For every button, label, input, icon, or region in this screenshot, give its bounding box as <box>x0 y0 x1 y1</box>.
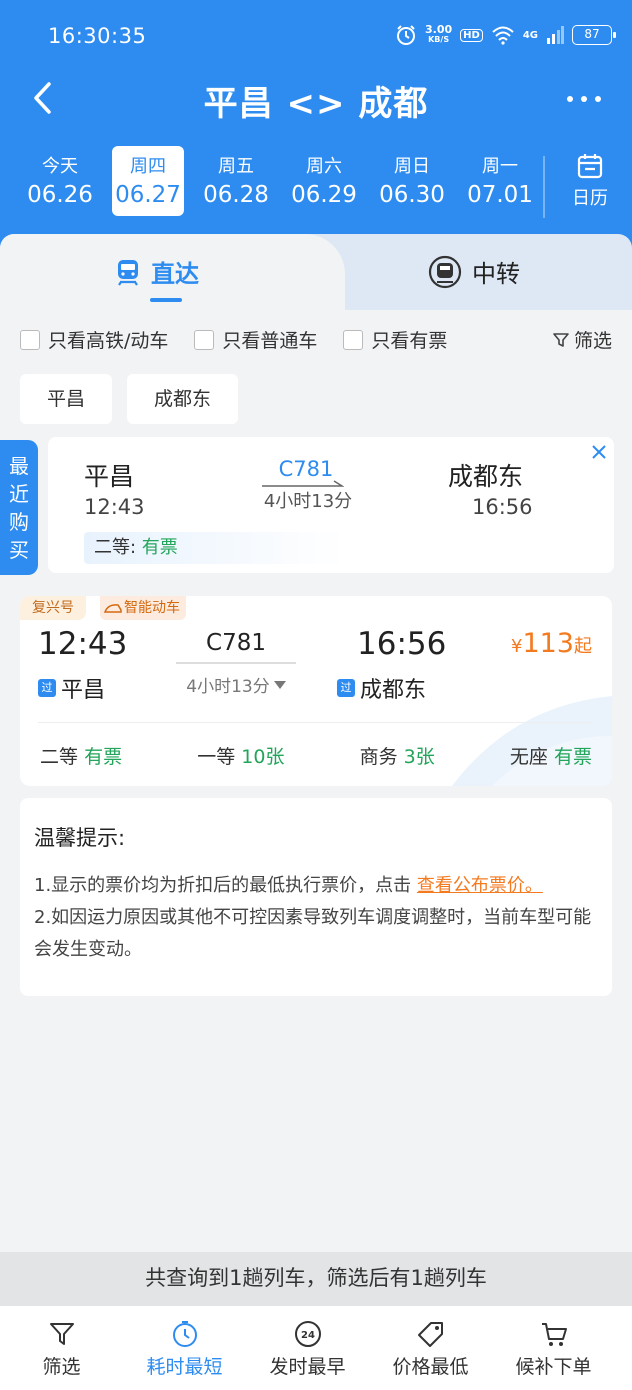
transfer-train-icon <box>428 255 462 288</box>
arrival-time: 16:56 <box>357 626 447 662</box>
waitlist-order-button[interactable]: 候补下单 <box>492 1306 615 1390</box>
filter-button[interactable]: 筛选 <box>552 326 612 353</box>
filter-row: 只看高铁/动车 只看普通车 只看有票 筛选 <box>20 326 612 353</box>
wifi-icon <box>492 26 514 45</box>
tips-card: 温馨提示: 1.显示的票价均为折扣后的最低执行票价，点击 查看公布票价。 2.如… <box>20 798 612 996</box>
mode-tabs: 直达 中转 <box>0 234 632 310</box>
net-speed: 3.00 KB/S <box>425 23 453 44</box>
departure-time: 12:43 <box>84 495 145 519</box>
filter-icon <box>49 1323 74 1345</box>
duration-dropdown[interactable]: 4小时13分 <box>176 672 296 697</box>
date-tab[interactable]: 周一 07.01 <box>456 146 544 216</box>
sort-cheapest-button[interactable]: 价格最低 <box>369 1306 492 1390</box>
pass-badge: 过 <box>38 679 56 697</box>
divider <box>543 156 545 218</box>
close-icon[interactable] <box>588 441 610 463</box>
tip-line: 2.如因运力原因或其他不可控因素导致列车调度调整时，当前车型可能会发生变动。 <box>34 907 592 960</box>
signal-label: 4G <box>522 29 538 41</box>
sort-filter-button[interactable]: 筛选 <box>0 1306 123 1390</box>
from-station: 过平昌 <box>38 672 105 704</box>
result-summary: 共查询到1趟列车，筛选后有1趟列车 <box>0 1252 632 1308</box>
calendar-label: 日历 <box>572 188 608 209</box>
cart-icon <box>541 1323 567 1346</box>
train-result-card[interactable]: 复兴号 智能动车 12:43 C781 4小时13分 16:56 ¥113 起 过… <box>20 596 612 786</box>
train-mini-icon <box>104 604 122 613</box>
only-normal-checkbox[interactable]: 只看普通车 <box>194 326 317 353</box>
divider <box>38 722 594 723</box>
tab-direct[interactable]: 直达 <box>115 254 199 289</box>
date-tab[interactable]: 今天 06.26 <box>16 146 104 216</box>
battery-icon: 87 <box>572 25 616 45</box>
brand-tag: 复兴号 <box>20 596 86 620</box>
tab-transfer[interactable]: 中转 <box>428 254 520 289</box>
status-icons: 3.00 KB/S HD 4G 87 <box>395 23 616 46</box>
seat-first-class: 一等 10张 <box>197 746 285 768</box>
only-high-speed-checkbox[interactable]: 只看高铁/动车 <box>20 326 168 353</box>
header: 16:30:35 3.00 KB/S HD 4G 87 平昌 <> 成都 今天 06… <box>0 0 632 255</box>
recent-purchase-tag: 最近购买 <box>0 440 38 575</box>
alarm-icon <box>397 25 416 45</box>
recent-purchase-card[interactable]: 平昌 12:43 C781 4小时13分 成都东 16:56 二等: 有票 <box>48 437 614 573</box>
to-station: 过成都东 <box>337 672 426 704</box>
calendar-button[interactable]: 日历 <box>560 152 620 210</box>
seat-second-class: 二等 有票 <box>40 746 123 768</box>
to-station: 成都东 <box>448 462 524 491</box>
published-price-link[interactable]: 查看公布票价。 <box>417 875 543 896</box>
duration: 4小时13分 <box>263 491 353 512</box>
pass-badge: 过 <box>337 679 355 697</box>
station-chips: 平昌 成都东 <box>20 374 239 424</box>
clock-24-icon: 24 <box>294 1321 321 1347</box>
timer-icon <box>172 1321 197 1347</box>
caret-down-icon <box>273 680 286 689</box>
station-chip[interactable]: 成都东 <box>127 374 239 424</box>
train-number: C781 <box>206 630 266 656</box>
calendar-icon <box>577 154 603 179</box>
station-chip[interactable]: 平昌 <box>20 374 113 424</box>
date-tab-selected[interactable]: 周四 06.27 <box>112 146 184 216</box>
hd-icon: HD <box>460 28 483 42</box>
date-tab[interactable]: 周日 06.30 <box>368 146 456 216</box>
date-tabs: 今天 06.26 周四 06.27 周五 06.28 周六 06.29 周日 06.30 … <box>16 146 544 216</box>
tips-title: 温馨提示: <box>34 826 126 850</box>
seat-business: 商务 3张 <box>359 746 435 768</box>
seat-list: 二等 有票 一等 10张 商务 3张 无座 有票 <box>40 742 592 769</box>
from-station: 平昌 <box>84 462 135 491</box>
train-icon <box>118 259 138 286</box>
filter-icon <box>553 332 569 347</box>
tab-underline <box>150 298 182 302</box>
date-tab[interactable]: 周五 06.28 <box>192 146 280 216</box>
bottom-bar: 筛选 耗时最短 24 发时最早 价格最低 候补下单 <box>0 1306 632 1390</box>
sort-earliest-button[interactable]: 24 发时最早 <box>246 1306 369 1390</box>
page-title: 平昌 <> 成都 <box>203 84 429 124</box>
svg-text:24: 24 <box>301 1330 315 1341</box>
route-line <box>176 662 296 664</box>
signal-icon <box>547 26 564 44</box>
sort-fastest-button[interactable]: 耗时最短 <box>123 1306 246 1390</box>
price: ¥113 起 <box>511 628 592 659</box>
seat-availability: 二等: 有票 <box>84 532 346 564</box>
date-tab[interactable]: 周六 06.29 <box>280 146 368 216</box>
smart-train-tag: 智能动车 <box>100 596 186 620</box>
more-icon[interactable] <box>564 84 604 114</box>
only-available-checkbox[interactable]: 只看有票 <box>343 326 447 353</box>
arrival-time: 16:56 <box>472 495 533 519</box>
status-time: 16:30:35 <box>48 24 147 48</box>
seat-standing: 无座 有票 <box>509 746 592 768</box>
departure-time: 12:43 <box>38 626 128 662</box>
tip-line: 1.显示的票价均为折扣后的最低执行票价，点击 查看公布票价。 <box>34 875 543 896</box>
price-tag-icon <box>417 1322 443 1347</box>
status-bar: 16:30:35 3.00 KB/S HD 4G 87 <box>0 0 632 72</box>
train-number: C781 <box>278 457 334 481</box>
